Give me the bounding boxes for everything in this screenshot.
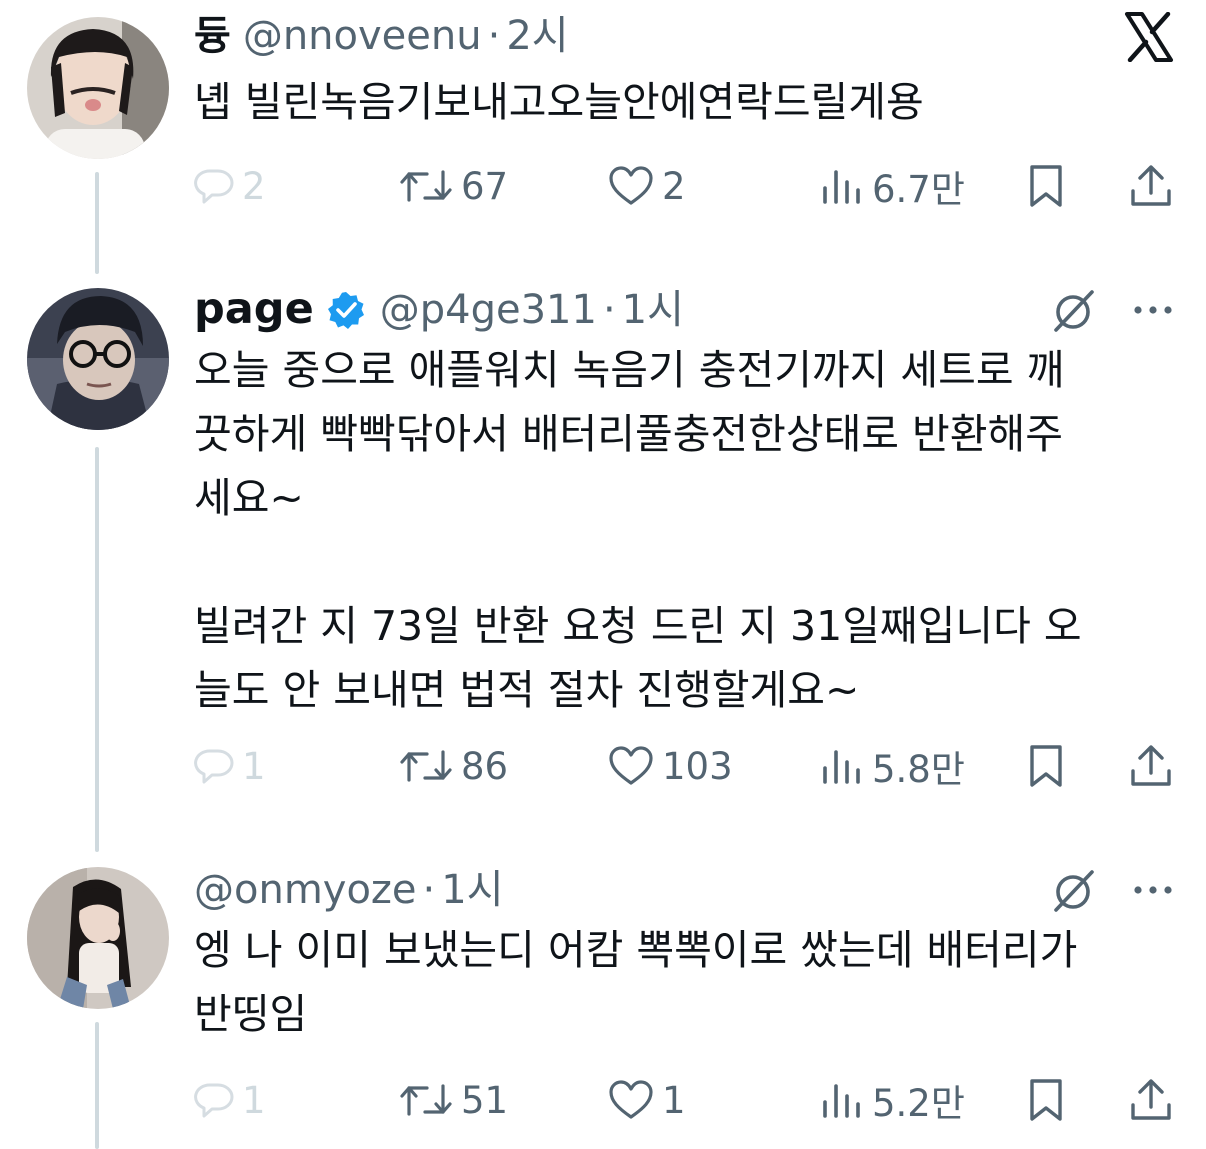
share-button[interactable] bbox=[1128, 736, 1174, 796]
tweet-text: 엥 나 이미 보냈는디 어캄 뽁뽁이로 쌌는데 배터리가 반띵임 bbox=[194, 918, 1154, 1046]
share-icon bbox=[1131, 745, 1171, 786]
user-handle[interactable]: @p4ge311 bbox=[380, 286, 597, 334]
timestamp[interactable]: 1시 bbox=[622, 286, 684, 334]
like-count: 1 bbox=[662, 1078, 686, 1122]
tweet-text-line: 녭 빌린녹음기보내고오늘안에연락드릴게용 bbox=[194, 78, 924, 126]
avatar[interactable] bbox=[27, 867, 169, 1009]
tweet-text-line: 반띵임 bbox=[194, 990, 308, 1038]
tweet-header: page @p4ge311 · 1시 bbox=[194, 285, 684, 334]
retweet-button[interactable]: 86 bbox=[399, 736, 508, 796]
grok-icon[interactable] bbox=[1050, 866, 1098, 914]
reply-icon bbox=[194, 169, 234, 204]
view-count: 5.8만 bbox=[872, 748, 965, 791]
heart-icon bbox=[609, 166, 653, 205]
timestamp[interactable]: 1시 bbox=[441, 866, 503, 914]
separator: · bbox=[602, 287, 616, 333]
like-button[interactable]: 103 bbox=[608, 736, 733, 796]
display-name[interactable]: 듕 bbox=[194, 12, 231, 60]
reply-count: 1 bbox=[242, 1078, 266, 1122]
bookmark-button[interactable] bbox=[1026, 1070, 1066, 1130]
view-count: 5.2만 bbox=[872, 1082, 965, 1125]
avatar[interactable] bbox=[27, 288, 169, 430]
tweet-text: 녭 빌린녹음기보내고오늘안에연락드릴게용 bbox=[194, 70, 1154, 134]
tweet-text-line: 끗하게 빡빡닦아서 배터리풀충전한상태로 반환해주 bbox=[194, 410, 1063, 458]
bookmark-button[interactable] bbox=[1026, 736, 1066, 796]
retweet-count: 86 bbox=[461, 744, 509, 788]
retweet-icon bbox=[400, 170, 452, 202]
action-bar: 1 51 1 5.2만 bbox=[194, 1070, 1184, 1130]
share-icon bbox=[1131, 165, 1171, 206]
bookmark-button[interactable] bbox=[1026, 156, 1066, 216]
verified-badge-icon bbox=[326, 290, 366, 330]
reply-icon bbox=[194, 749, 234, 784]
retweet-button[interactable]: 51 bbox=[399, 1070, 508, 1130]
separator: · bbox=[487, 13, 501, 59]
user-handle[interactable]: @nnoveenu bbox=[243, 12, 482, 60]
separator: · bbox=[422, 867, 436, 913]
user-handle[interactable]: @onmyoze bbox=[194, 866, 417, 914]
more-options-icon[interactable] bbox=[1132, 876, 1176, 904]
tweet-text: 오늘 중으로 애플워치 녹음기 충전기까지 세트로 깨 끗하게 빡빡닦아서 배터… bbox=[194, 338, 1154, 722]
tweet-text-line: 엥 나 이미 보냈는디 어캄 뽁뽁이로 쌌는데 배터리가 bbox=[194, 926, 1078, 974]
analytics-icon bbox=[823, 170, 860, 204]
action-bar: 2 67 2 6.7만 bbox=[194, 156, 1184, 216]
analytics-icon bbox=[823, 750, 860, 784]
heart-icon bbox=[609, 746, 653, 785]
reply-count: 2 bbox=[242, 164, 266, 208]
thread-line bbox=[95, 1022, 99, 1149]
bookmark-icon bbox=[1030, 1079, 1062, 1121]
grok-icon[interactable] bbox=[1050, 286, 1098, 334]
retweet-count: 67 bbox=[461, 164, 509, 208]
reply-icon bbox=[194, 1083, 234, 1118]
reply-count: 1 bbox=[242, 744, 266, 788]
tweet-text-line: 빌려간 지 73일 반환 요청 드린 지 31일째입니다 오 bbox=[194, 602, 1082, 650]
like-button[interactable]: 2 bbox=[608, 156, 686, 216]
heart-icon bbox=[609, 1080, 653, 1119]
avatar[interactable] bbox=[27, 17, 169, 159]
bookmark-icon bbox=[1030, 165, 1062, 207]
like-count: 103 bbox=[662, 744, 733, 788]
thread-line bbox=[95, 172, 99, 274]
thread-line bbox=[95, 447, 99, 852]
retweet-icon bbox=[400, 1084, 452, 1116]
tweet-text-line: 늘도 안 보내면 법적 절차 진행할게요~ bbox=[194, 666, 860, 714]
tweet-text-line: 오늘 중으로 애플워치 녹음기 충전기까지 세트로 깨 bbox=[194, 346, 1065, 394]
retweet-button[interactable]: 67 bbox=[399, 156, 508, 216]
analytics-icon bbox=[823, 1084, 860, 1118]
views-button[interactable]: 5.2만 bbox=[820, 1070, 965, 1130]
tweet-text-line bbox=[194, 530, 1154, 594]
x-logo-icon[interactable] bbox=[1124, 11, 1174, 63]
reply-button[interactable]: 1 bbox=[194, 1070, 266, 1130]
timestamp[interactable]: 2시 bbox=[506, 12, 568, 60]
view-count: 6.7만 bbox=[872, 168, 965, 211]
reply-button[interactable]: 2 bbox=[194, 156, 266, 216]
action-bar: 1 86 103 5.8만 bbox=[194, 736, 1184, 796]
like-button[interactable]: 1 bbox=[608, 1070, 686, 1130]
display-name[interactable]: page bbox=[194, 285, 314, 333]
more-options-icon[interactable] bbox=[1132, 296, 1176, 324]
tweet-text-line: 세요~ bbox=[194, 474, 304, 522]
tweet-header: 듕 @nnoveenu · 2시 bbox=[194, 12, 569, 60]
like-count: 2 bbox=[662, 164, 686, 208]
views-button[interactable]: 5.8만 bbox=[820, 736, 965, 796]
bookmark-icon bbox=[1030, 745, 1062, 787]
retweet-count: 51 bbox=[461, 1078, 509, 1122]
share-button[interactable] bbox=[1128, 156, 1174, 216]
share-button[interactable] bbox=[1128, 1070, 1174, 1130]
retweet-icon bbox=[400, 750, 452, 782]
views-button[interactable]: 6.7만 bbox=[820, 156, 965, 216]
tweet-header: @onmyoze · 1시 bbox=[194, 866, 504, 914]
share-icon bbox=[1131, 1079, 1171, 1120]
reply-button[interactable]: 1 bbox=[194, 736, 266, 796]
